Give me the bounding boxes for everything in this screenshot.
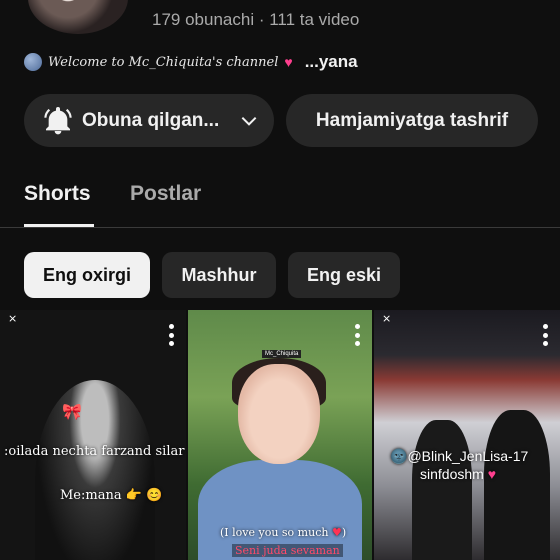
thumbnail-caption: Me:mana 👉 😊: [60, 488, 163, 503]
visit-community-button[interactable]: Hamjamiyatga tashrif: [286, 94, 538, 147]
heart-icon: ♥: [284, 54, 293, 70]
description-text: Welcome to Mc_Chiquita's channel: [48, 54, 279, 70]
more-options-icon[interactable]: [168, 324, 174, 346]
active-tab-indicator: [24, 224, 94, 227]
capcut-icon: ⨯: [382, 313, 392, 325]
thumbnail-caption: sinfdoshm ♥: [420, 466, 497, 482]
thumbnail-caption: Seni juda sevaman: [232, 544, 343, 557]
capcut-icon: ⨯: [8, 313, 18, 325]
globe-emoji-icon: [24, 53, 42, 71]
thumbnail-image: [238, 364, 320, 464]
channel-tabs: Shorts Postlar: [0, 160, 560, 228]
thumbnail-caption: (I love you so much ♥): [220, 526, 347, 539]
bow-emoji-icon: 🎀: [62, 404, 82, 421]
thumbnail-image: [412, 420, 472, 560]
description-more-link[interactable]: ...yana: [305, 52, 358, 72]
short-thumbnail[interactable]: ⨯ 🎀 :oilada nechta farzand silar ...? Me…: [0, 310, 186, 560]
tab-shorts[interactable]: Shorts: [24, 182, 91, 206]
more-options-icon[interactable]: [542, 324, 548, 346]
chevron-down-icon: [241, 116, 257, 126]
bell-icon: [44, 106, 72, 134]
channel-avatar[interactable]: [28, 0, 128, 34]
thumbnail-image: [484, 410, 550, 560]
thumbnail-caption: 🌚@Blink_JenLisa-17: [390, 448, 529, 464]
thumbnail-caption: :oilada nechta farzand silar ...?: [4, 444, 186, 459]
tab-postlar[interactable]: Postlar: [130, 182, 201, 206]
thumbnail-watermark: Mc_Chiquita: [262, 350, 302, 358]
short-thumbnail[interactable]: Mc_Chiquita (I love you so much ♥) Seni …: [188, 310, 372, 560]
more-options-icon[interactable]: [354, 324, 360, 346]
subscribed-button[interactable]: Obuna qilgan...: [24, 94, 274, 147]
visit-community-label: Hamjamiyatga tashrif: [315, 109, 509, 131]
filter-chip-latest[interactable]: Eng oxirgi: [24, 252, 150, 298]
channel-description[interactable]: Welcome to Mc_Chiquita's channel ♥ ...ya…: [24, 52, 358, 72]
subscribed-label: Obuna qilgan...: [82, 109, 220, 131]
filter-chip-oldest[interactable]: Eng eski: [288, 252, 400, 298]
filter-chip-popular[interactable]: Mashhur: [162, 252, 276, 298]
channel-stats: 179 obunachi · 111 ta video: [152, 10, 360, 29]
thumbnail-image: [35, 380, 155, 560]
short-thumbnail[interactable]: ⨯ 🌚@Blink_JenLisa-17 sinfdoshm ♥: [374, 310, 560, 560]
